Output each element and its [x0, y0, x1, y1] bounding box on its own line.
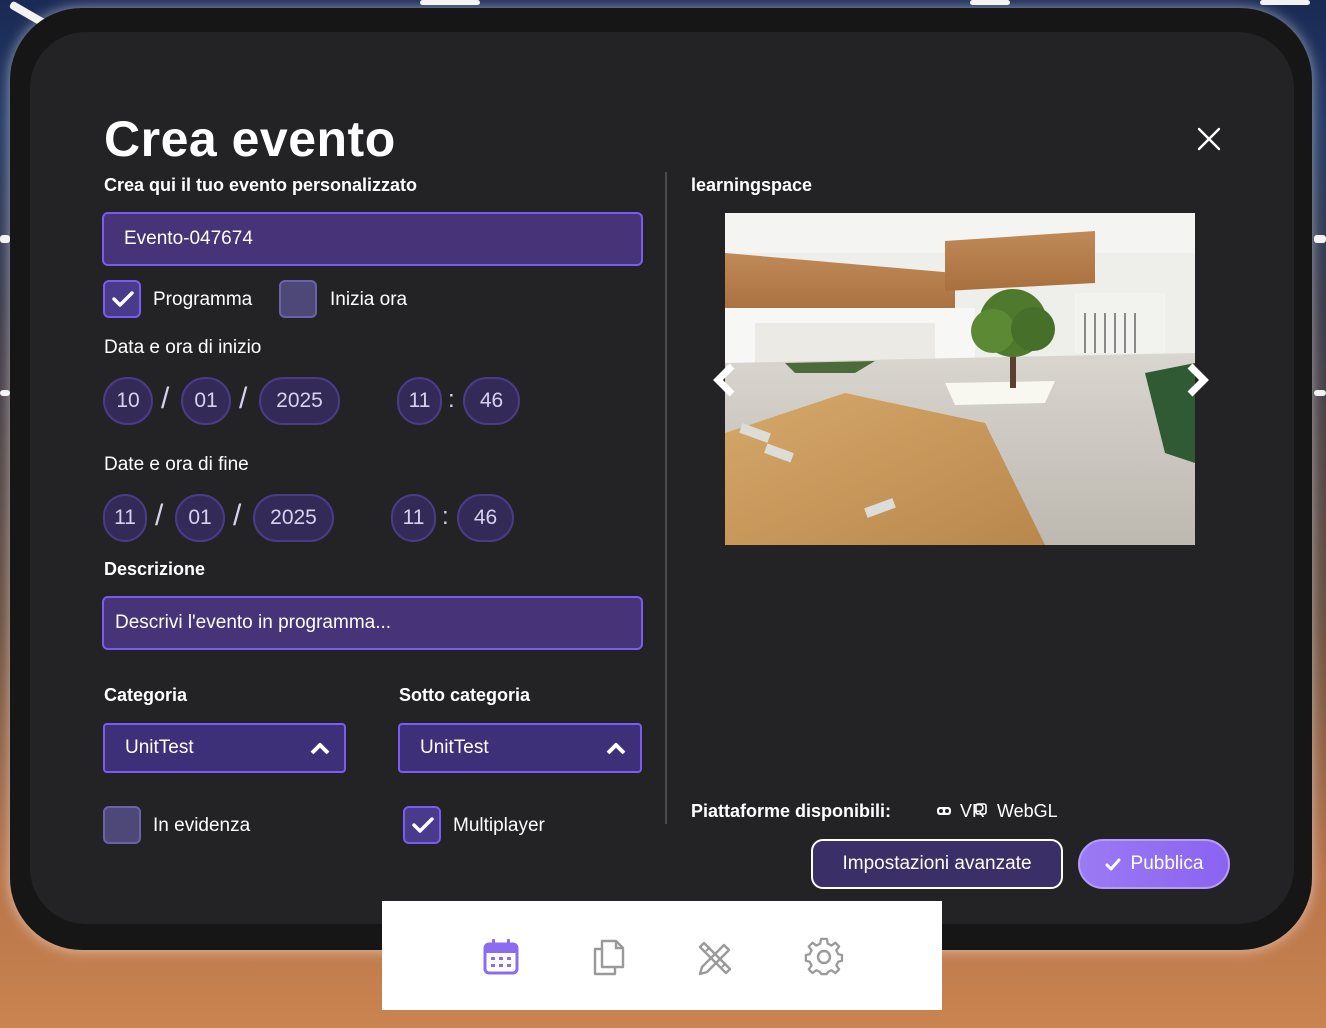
date-separator: /: [155, 499, 164, 532]
check-icon: [412, 817, 434, 833]
subcategory-label: Sotto categoria: [399, 685, 531, 705]
platforms-label: Piattaforme disponibili:: [691, 801, 892, 821]
time-separator: :: [442, 503, 449, 530]
description-input[interactable]: [102, 596, 643, 650]
end-hour-field[interactable]: 11: [391, 494, 436, 542]
start-month-field[interactable]: 01: [181, 377, 231, 425]
next-arrow-icon[interactable]: [1184, 362, 1212, 398]
chevron-up-icon: [310, 743, 330, 755]
end-minute-field[interactable]: 46: [457, 494, 514, 542]
edit-tools-icon[interactable]: [696, 937, 736, 977]
bg-light: [0, 235, 10, 243]
chevron-up-icon: [606, 743, 626, 755]
column-divider: [665, 172, 667, 824]
bg-light: [420, 0, 480, 5]
settings-icon[interactable]: [804, 937, 844, 977]
start-minute-field[interactable]: 46: [463, 377, 520, 425]
space-name: learningspace: [691, 175, 813, 195]
time-separator: :: [448, 386, 455, 413]
start-day-field[interactable]: 10: [103, 377, 153, 425]
form-subtitle: Crea qui il tuo evento personalizzato: [104, 175, 418, 195]
bg-light: [0, 390, 10, 396]
date-separator: /: [239, 382, 248, 415]
description-label: Descrizione: [104, 559, 206, 579]
check-icon: [112, 291, 134, 307]
start-hour-field[interactable]: 11: [397, 377, 442, 425]
bg-light: [1260, 0, 1310, 5]
category-label: Categoria: [104, 685, 188, 705]
vr-headset-icon: [937, 807, 951, 815]
programma-label: Programma: [153, 289, 253, 310]
publish-button[interactable]: Pubblica: [1078, 839, 1230, 889]
page-title: Crea evento: [104, 111, 396, 167]
copy-icon[interactable]: [588, 937, 628, 977]
multiplayer-checkbox[interactable]: [403, 806, 441, 844]
subcategory-select[interactable]: UnitTest: [398, 723, 642, 773]
multiplayer-label: Multiplayer: [453, 815, 545, 836]
webgl-icon: [975, 803, 987, 815]
close-icon[interactable]: [1194, 124, 1224, 154]
inizia-ora-label: Inizia ora: [330, 289, 408, 310]
programma-checkbox[interactable]: [103, 280, 141, 318]
advanced-settings-button[interactable]: Impostazioni avanzate: [811, 839, 1063, 889]
previous-arrow-icon[interactable]: [710, 362, 738, 398]
check-icon: [1105, 858, 1121, 870]
start-datetime-label: Data e ora di inizio: [104, 337, 262, 358]
end-month-field[interactable]: 01: [175, 494, 225, 542]
in-evidenza-label: In evidenza: [153, 815, 251, 836]
bottom-toolbar: [382, 901, 942, 1010]
date-separator: /: [161, 382, 170, 415]
bg-light: [1314, 235, 1326, 243]
space-preview-image: [725, 213, 1195, 545]
bg-light: [1314, 390, 1326, 396]
category-select[interactable]: UnitTest: [103, 723, 346, 773]
start-year-field[interactable]: 2025: [259, 377, 340, 425]
inizia-ora-checkbox[interactable]: [279, 280, 317, 318]
bg-light: [970, 0, 1010, 5]
platform-webgl: WebGL: [997, 801, 1058, 821]
calendar-icon[interactable]: [481, 937, 521, 977]
end-year-field[interactable]: 2025: [253, 494, 334, 542]
date-separator: /: [233, 499, 242, 532]
in-evidenza-checkbox[interactable]: [103, 806, 141, 844]
end-datetime-label: Date e ora di fine: [104, 454, 249, 475]
publish-label: Pubblica: [1130, 853, 1204, 874]
category-value: UnitTest: [125, 737, 194, 758]
event-name-input[interactable]: [102, 212, 643, 266]
end-day-field[interactable]: 11: [103, 494, 147, 542]
subcategory-value: UnitTest: [420, 737, 489, 758]
